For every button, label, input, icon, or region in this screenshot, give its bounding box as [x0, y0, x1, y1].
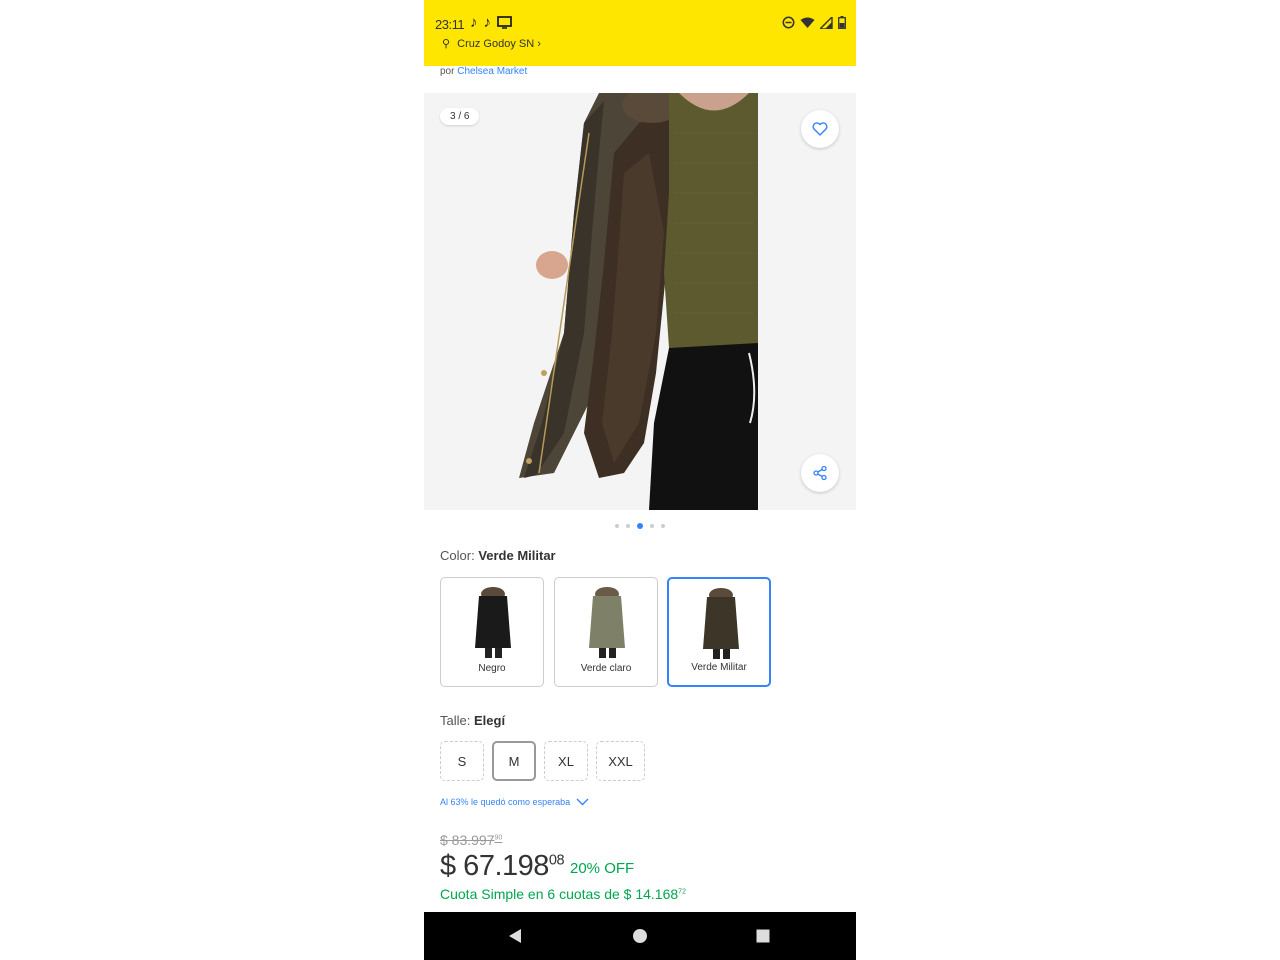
chevron-down-icon	[576, 798, 589, 806]
tiktok-icon: ♪	[483, 14, 492, 31]
color-label-text: Color:	[440, 548, 475, 563]
gallery-pagination	[424, 523, 856, 529]
heart-icon	[812, 122, 828, 136]
battery-icon	[838, 16, 846, 29]
phone-screen: 23:11 ♪ ♪ ⚲ Cruz Godoy SN › por Chelsea …	[424, 0, 856, 960]
status-bar: 23:11 ♪ ♪ ⚲ Cruz Godoy SN ›	[424, 0, 856, 66]
pagination-dot-active[interactable]	[637, 523, 643, 529]
do-not-disturb-icon	[782, 16, 795, 29]
location-pin-icon: ⚲	[442, 38, 451, 50]
seller-prefix: por	[440, 66, 455, 77]
product-photo	[424, 93, 856, 510]
size-label-text: Talle:	[440, 713, 471, 728]
pagination-dot[interactable]	[626, 524, 630, 528]
favorite-button[interactable]	[801, 110, 839, 148]
jacket-thumbnail	[703, 588, 739, 659]
size-option-xl[interactable]: XL	[544, 741, 588, 781]
size-option-xxl[interactable]: XXL	[596, 741, 645, 781]
color-option-verde-claro[interactable]: Verde claro	[554, 577, 658, 687]
installments-info: Cuota Simple en 6 cuotas de $ 14.16872	[440, 886, 686, 902]
pagination-dot[interactable]	[650, 524, 654, 528]
recents-button[interactable]	[750, 924, 776, 948]
status-time: 23:11	[435, 17, 465, 32]
share-button[interactable]	[801, 454, 839, 492]
signal-icon	[820, 16, 833, 29]
address-text: Cruz Godoy SN	[457, 38, 535, 50]
current-price-cents: 08	[548, 852, 565, 869]
wifi-icon	[800, 17, 815, 28]
delivery-address[interactable]: ⚲ Cruz Godoy SN ›	[442, 37, 541, 50]
color-option-negro[interactable]: Negro	[440, 577, 544, 687]
system-navigation-bar	[424, 912, 856, 960]
size-option-m[interactable]: M	[492, 741, 536, 781]
fit-info-text: Al 63% le quedó como esperaba	[440, 797, 571, 807]
chevron-right-icon: ›	[537, 38, 541, 50]
size-selected-value: Elegí	[473, 713, 506, 728]
status-right	[782, 16, 846, 29]
color-selected-value: Verde Militar	[478, 548, 556, 563]
size-label: Talle: Elegí	[440, 713, 505, 728]
seller-link[interactable]: Chelsea Market	[457, 66, 527, 77]
back-button[interactable]	[502, 924, 528, 948]
color-option-name: Verde Militar	[691, 662, 747, 673]
pagination-dot[interactable]	[661, 524, 665, 528]
discount-badge: 20% OFF	[570, 860, 635, 877]
original-price: $ 83.99790	[440, 832, 502, 848]
current-price: $ 67.19808	[440, 850, 565, 883]
size-option-s[interactable]: S	[440, 741, 484, 781]
jacket-thumbnail	[589, 587, 625, 658]
share-icon	[813, 465, 827, 481]
pagination-dot[interactable]	[615, 524, 619, 528]
original-price-main: $ 83.997	[440, 832, 495, 848]
product-gallery[interactable]: 3 / 6	[424, 93, 856, 510]
color-option-name: Verde claro	[580, 663, 632, 674]
current-price-main: $ 67.198	[440, 850, 549, 882]
color-option-verde-militar[interactable]: Verde Militar	[667, 577, 771, 687]
image-counter: 3 / 6	[440, 108, 480, 125]
jacket-thumbnail	[475, 587, 511, 658]
fit-info[interactable]: Al 63% le quedó como esperaba	[440, 797, 589, 807]
installments-text: Cuota Simple en 6 cuotas de $ 14.168	[440, 886, 679, 902]
seller-info: por Chelsea Market	[440, 66, 527, 77]
color-option-name: Negro	[478, 663, 506, 674]
color-label: Color: Verde Militar	[440, 548, 556, 563]
home-circle-icon	[633, 929, 647, 943]
back-triangle-icon	[509, 929, 521, 943]
tiktok-icon: ♪	[470, 14, 478, 31]
original-price-cents: 90	[494, 834, 503, 842]
status-app-icons: ♪ ♪	[470, 14, 512, 31]
recents-square-icon	[756, 929, 770, 943]
home-button[interactable]	[627, 924, 653, 948]
screen-icon	[497, 16, 512, 29]
installments-cents: 72	[678, 888, 686, 896]
